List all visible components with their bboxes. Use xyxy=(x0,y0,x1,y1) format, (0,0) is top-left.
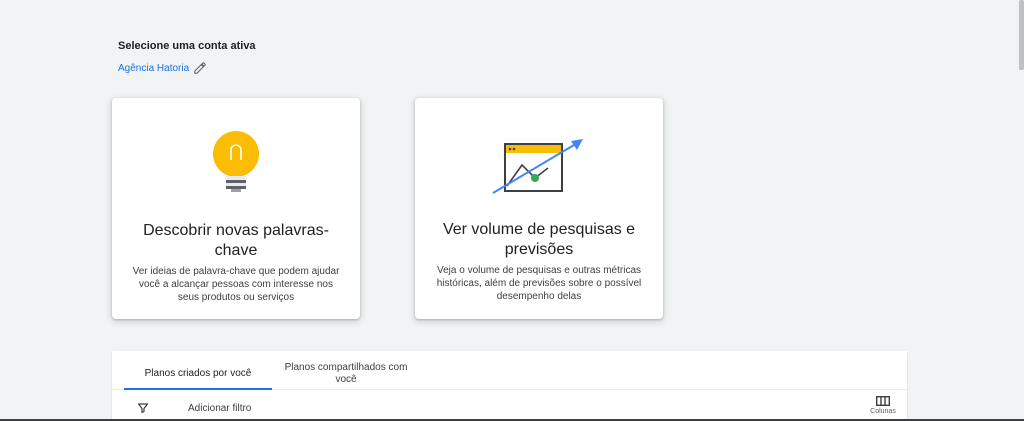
tab-my-plans[interactable]: Planos criados por você xyxy=(124,351,272,390)
plans-panel: Planos criados por você Planos compartil… xyxy=(112,351,907,421)
card-description: Ver ideias de palavra-chave que podem aj… xyxy=(132,266,340,303)
card-title: Descobrir novas palavras-chave xyxy=(143,222,329,259)
card-title: Ver volume de pesquisas e previsões xyxy=(442,221,636,258)
account-row: Agência Hatoria xyxy=(118,61,256,75)
scrollbar-thumb[interactable] xyxy=(1019,0,1024,70)
columns-icon xyxy=(876,396,890,406)
card-text: Ver volume de pesquisas e previsões Veja… xyxy=(415,220,663,303)
pencil-icon[interactable] xyxy=(193,61,207,75)
columns-button[interactable]: Colunas xyxy=(866,396,900,415)
discover-keywords-card[interactable]: Descobrir novas palavras-chave Ver ideia… xyxy=(112,98,360,319)
account-name-link[interactable]: Agência Hatoria xyxy=(118,63,189,74)
lightbulb-icon xyxy=(112,130,360,196)
trend-chart-icon xyxy=(415,136,663,198)
account-heading: Selecione uma conta ativa xyxy=(118,40,256,52)
filter-row: Adicionar filtro Colunas xyxy=(112,390,907,421)
card-description: Veja o volume de pesquisas e outras métr… xyxy=(436,265,642,302)
account-section: Selecione uma conta ativa Agência Hatori… xyxy=(118,40,256,75)
plans-tabs: Planos criados por você Planos compartil… xyxy=(112,351,907,390)
scrollbar[interactable] xyxy=(1018,0,1024,421)
add-filter-button[interactable]: Adicionar filtro xyxy=(188,403,251,414)
filter-icon[interactable] xyxy=(137,402,149,414)
search-volume-card[interactable]: Ver volume de pesquisas e previsões Veja… xyxy=(415,98,663,319)
tab-shared-plans[interactable]: Planos compartilhados com você xyxy=(280,362,412,386)
columns-label: Colunas xyxy=(870,408,896,415)
tab-label: Planos criados por você xyxy=(144,368,252,379)
card-text: Descobrir novas palavras-chave Ver ideia… xyxy=(112,221,360,304)
